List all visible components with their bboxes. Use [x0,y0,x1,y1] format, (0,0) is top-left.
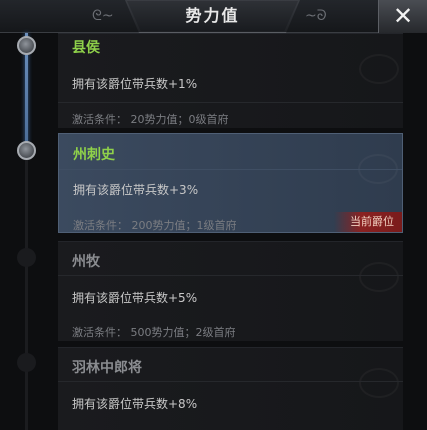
timeline-node-2 [17,141,36,160]
rank-condition: 激活条件： 20势力值；0级首府 [72,113,229,126]
rank-condition: 激活条件： 500势力值；2级首府 [72,326,236,339]
rank-card-3[interactable]: 州牧 拥有该爵位带兵数+5% 激活条件： 500势力值；2级首府 [58,241,403,341]
rank-benefit: 拥有该爵位带兵数+3% [73,183,199,197]
swirl-ornament-right-icon: ~ᘐ [305,8,327,24]
page-title: 势力值 [185,6,240,25]
rank-card-2[interactable]: 州刺史 拥有该爵位带兵数+3% 激活条件： 200势力值；1级首府 当前爵位 [58,133,403,233]
divider [58,381,403,382]
rank-benefit: 拥有该爵位带兵数+8% [72,397,198,411]
current-rank-badge: 当前爵位 [334,212,402,232]
rank-benefit: 拥有该爵位带兵数+1% [72,77,198,91]
divider [58,102,403,103]
rank-benefit: 拥有该爵位带兵数+5% [72,291,198,305]
rank-card-1[interactable]: 县侯 拥有该爵位带兵数+1% 激活条件： 20势力值；0级首府 [58,33,403,128]
cloud-ornament-icon [359,54,399,84]
rank-name: 羽林中郎将 [72,360,142,376]
rank-name: 州牧 [72,254,100,270]
rank-name: 县侯 [72,40,100,56]
rank-name: 州刺史 [73,147,115,163]
close-button[interactable]: ✕ [378,0,427,33]
cloud-ornament-icon [359,262,399,292]
timeline-node-4 [17,353,36,372]
swirl-ornament-left-icon: ᘓ~ [92,8,114,24]
cloud-ornament-icon [359,368,399,398]
rank-card-4[interactable]: 羽林中郎将 拥有该爵位带兵数+8% [58,347,403,430]
rank-condition: 激活条件： 200势力值；1级首府 [73,219,237,232]
divider [58,275,403,276]
timeline-node-1 [17,36,36,55]
timeline-node-3 [17,248,36,267]
divider [59,169,402,170]
